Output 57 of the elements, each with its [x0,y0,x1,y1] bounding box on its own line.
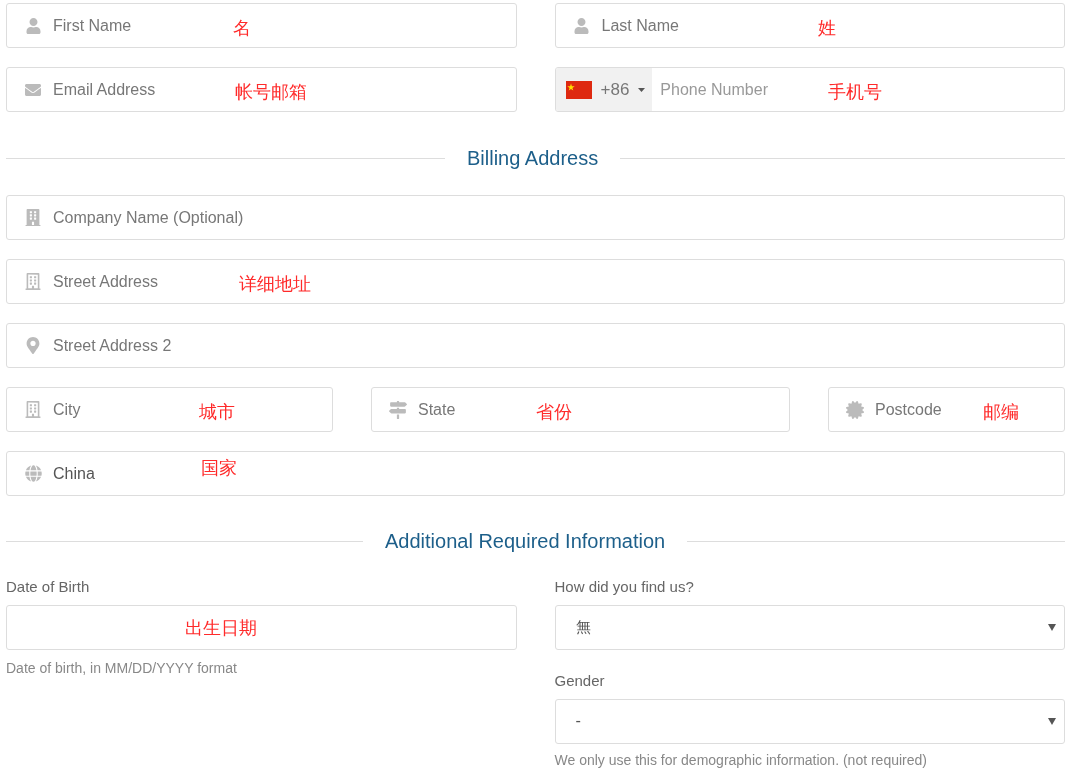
country-code-dropdown[interactable]: +86 [555,68,653,111]
input-field[interactable]: First Name 名 [6,3,517,48]
annotation-text: 城市 [199,400,235,424]
building-icon [25,209,41,226]
section-heading: Additional Required Information [384,529,667,554]
help-text: We only use this for demographic information. (not required) [554,751,928,770]
placeholder-text: State [418,400,456,418]
annotation-text: 邮编 [983,400,1019,424]
annotation-text: 省份 [536,400,572,424]
building-icon [25,273,41,290]
flag-icon [565,80,592,99]
annotation-text: 名 [233,16,251,40]
placeholder-text: Street Address [53,272,158,290]
annotation-text: 姓 [817,16,836,40]
dropdown-select[interactable]: 無 [554,605,1065,650]
input-field[interactable]: Last Name 姓 [554,3,1065,48]
field-label: Date of Birth [6,577,91,597]
annotation-text: 手机号 [828,80,883,104]
field-label: How did you find us? [554,577,695,597]
annotation-text: 出生日期 [185,616,258,640]
input-field[interactable]: Postcode 邮编 [828,387,1065,432]
placeholder-text: Phone Number [660,80,768,98]
dropdown-select[interactable]: - [554,699,1065,744]
phone-field[interactable]: +86 Phone Number 手机号 [554,67,1065,112]
seal-icon [846,400,864,419]
input-field[interactable]: China 国家 [6,451,1065,496]
placeholder-text: Last Name [601,16,679,34]
input-field[interactable]: State 省份 [371,387,790,432]
input-field[interactable]: Street Address 详细地址 [6,259,1065,304]
placeholder-text: City [53,400,81,418]
annotation-text: 详细地址 [239,272,311,296]
user-icon [25,17,41,34]
field-value: China [53,463,96,484]
caret-down-icon [1048,718,1056,725]
input-field[interactable]: Street Address 2 [6,323,1065,368]
building-icon [25,401,41,418]
map-pin-icon [25,337,41,354]
signpost-icon [389,400,407,419]
section-heading: Billing Address [466,146,600,171]
placeholder-text: Postcode [875,400,942,418]
user-icon [574,17,589,34]
input-field[interactable]: Company Name (Optional) [6,195,1065,240]
input-field[interactable]: City 城市 [6,387,333,432]
field-label: Gender [554,671,606,691]
placeholder-text: First Name [53,16,132,34]
annotation-text: 帐号邮箱 [235,80,307,104]
caret-down-icon [1048,624,1056,631]
input-field[interactable]: Email Address 帐号邮箱 [6,67,517,112]
help-text: Date of birth, in MM/DD/YYYY format [6,659,238,678]
input-field[interactable]: 出生日期 [6,605,517,650]
caret-down-icon [638,87,646,92]
envelope-icon [24,81,42,98]
placeholder-text: Email Address [53,80,156,98]
placeholder-text: Street Address 2 [53,336,172,354]
placeholder-text: Company Name (Optional) [53,208,244,226]
annotation-text: 国家 [201,456,237,480]
globe-icon [24,465,42,482]
